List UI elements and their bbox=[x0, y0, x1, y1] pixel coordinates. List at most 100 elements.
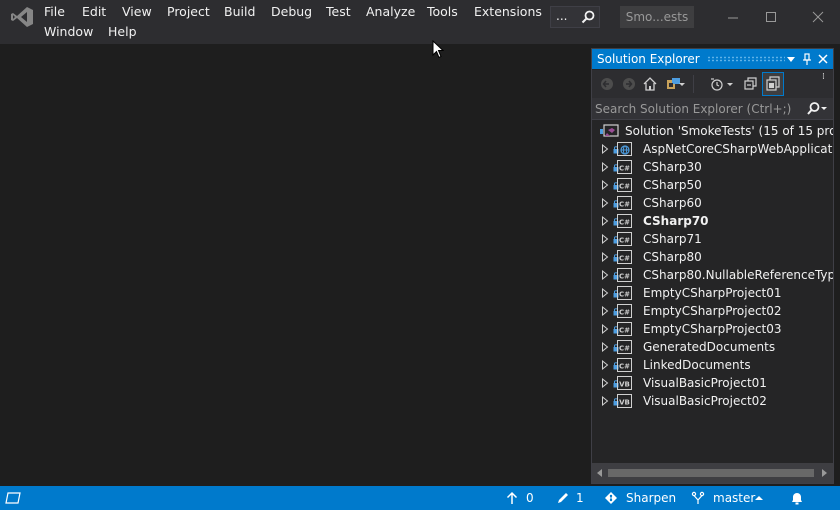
menu-file[interactable]: File bbox=[44, 3, 65, 21]
git-repo-icon bbox=[605, 492, 617, 504]
svg-text:VB: VB bbox=[619, 381, 630, 389]
project-label: CSharp80.NullableReferenceTypes bbox=[643, 268, 833, 282]
menu-project[interactable]: Project bbox=[167, 3, 210, 21]
expand-arrow-icon[interactable] bbox=[601, 396, 609, 406]
expand-arrow-icon[interactable] bbox=[601, 180, 609, 190]
forward-icon[interactable] bbox=[621, 76, 637, 92]
project-node[interactable]: C# GeneratedDocuments bbox=[592, 338, 833, 356]
maximize-icon[interactable] bbox=[764, 10, 778, 24]
solution-explorer-search[interactable] bbox=[592, 98, 833, 120]
project-node[interactable]: VB VisualBasicProject01 bbox=[592, 374, 833, 392]
project-node[interactable]: C# EmptyCSharpProject03 bbox=[592, 320, 833, 338]
project-node[interactable]: C# LinkedDocuments bbox=[592, 356, 833, 374]
expand-arrow-icon[interactable] bbox=[601, 342, 609, 352]
svg-text:C#: C# bbox=[619, 237, 630, 245]
project-node[interactable]: C# CSharp50 bbox=[592, 176, 833, 194]
expand-arrow-icon[interactable] bbox=[601, 144, 609, 154]
menu-tools[interactable]: Tools bbox=[427, 3, 458, 21]
editor-area[interactable] bbox=[0, 44, 590, 486]
chevron-down-icon[interactable] bbox=[726, 76, 734, 92]
solution-tree: Solution 'SmokeTests' (15 of 15 projects… bbox=[592, 122, 833, 462]
collapse-all-icon[interactable] bbox=[743, 76, 759, 92]
project-label: CSharp30 bbox=[643, 160, 702, 174]
overflow-icon[interactable]: ⁞ bbox=[822, 73, 825, 82]
project-node[interactable]: C# EmptyCSharpProject01 bbox=[592, 284, 833, 302]
project-label: LinkedDocuments bbox=[643, 358, 751, 372]
csharp-project-icon: C# bbox=[617, 304, 632, 318]
chevron-down-icon[interactable] bbox=[678, 76, 686, 92]
menu-test[interactable]: Test bbox=[326, 3, 351, 21]
expand-arrow-icon[interactable] bbox=[601, 216, 609, 226]
repository-selector[interactable]: Sharpen bbox=[604, 486, 677, 510]
repository-name: Sharpen bbox=[626, 491, 677, 505]
menu-edit[interactable]: Edit bbox=[82, 3, 106, 21]
show-all-files-button[interactable] bbox=[762, 72, 784, 96]
back-icon[interactable] bbox=[599, 76, 615, 92]
csharp-project-icon: C# bbox=[617, 268, 632, 282]
project-label: CSharp70 bbox=[643, 214, 709, 228]
solution-search-input[interactable] bbox=[595, 100, 800, 118]
project-node[interactable]: C# CSharp80.NullableReferenceTypes bbox=[592, 266, 833, 284]
svg-text:C#: C# bbox=[619, 345, 630, 353]
pin-icon[interactable] bbox=[801, 52, 813, 66]
expand-arrow-icon[interactable] bbox=[601, 162, 609, 172]
solution-label: Solution 'SmokeTests' (15 of 15 projects… bbox=[625, 124, 833, 138]
csharp-project-icon: C# bbox=[617, 232, 632, 246]
solution-node[interactable]: Solution 'SmokeTests' (15 of 15 projects… bbox=[592, 122, 833, 140]
pending-changes[interactable]: 1 bbox=[556, 486, 586, 510]
expand-arrow-icon[interactable] bbox=[601, 324, 609, 334]
close-icon[interactable] bbox=[817, 52, 829, 66]
search-icon[interactable] bbox=[805, 101, 829, 117]
project-node[interactable]: C# CSharp80 bbox=[592, 248, 833, 266]
visual-studio-logo-icon[interactable] bbox=[10, 6, 34, 28]
project-node[interactable]: C# CSharp71 bbox=[592, 230, 833, 248]
minimize-icon[interactable] bbox=[726, 10, 740, 24]
home-icon[interactable] bbox=[642, 76, 658, 92]
expand-arrow-icon[interactable] bbox=[601, 270, 609, 280]
expand-arrow-icon[interactable] bbox=[601, 234, 609, 244]
expand-arrow-icon[interactable] bbox=[601, 252, 609, 262]
expand-arrow-icon[interactable] bbox=[601, 306, 609, 316]
solution-explorer-header[interactable]: Solution Explorer bbox=[592, 49, 833, 69]
search-icon[interactable] bbox=[581, 10, 595, 24]
menu-extensions[interactable]: Extensions bbox=[474, 3, 542, 21]
branch-selector[interactable]: master bbox=[691, 486, 766, 510]
notifications[interactable] bbox=[790, 486, 806, 510]
project-label: CSharp60 bbox=[643, 196, 702, 210]
status-bar: 0 1 Sharpen master bbox=[0, 486, 840, 510]
search-input[interactable]: ... bbox=[556, 9, 567, 23]
expand-arrow-icon[interactable] bbox=[601, 198, 609, 208]
svg-text:VB: VB bbox=[619, 399, 630, 407]
chevron-down-icon[interactable] bbox=[785, 52, 797, 66]
project-node[interactable]: C# CSharp60 bbox=[592, 194, 833, 212]
expand-arrow-icon[interactable] bbox=[601, 378, 609, 388]
menu-window[interactable]: Window bbox=[44, 23, 93, 41]
project-label: EmptyCSharpProject02 bbox=[643, 304, 782, 318]
project-label: AspNetCoreCSharpWebApplication bbox=[643, 142, 833, 156]
close-icon[interactable] bbox=[811, 10, 825, 24]
pending-changes-filter-icon[interactable] bbox=[710, 76, 726, 92]
project-node[interactable]: C# EmptyCSharpProject02 bbox=[592, 302, 833, 320]
expand-arrow-icon[interactable] bbox=[601, 288, 609, 298]
horizontal-scrollbar[interactable] bbox=[592, 463, 833, 483]
scroll-left-icon[interactable] bbox=[596, 468, 604, 478]
show-all-files-icon bbox=[766, 76, 780, 91]
expand-arrow-icon[interactable] bbox=[601, 360, 609, 370]
project-node[interactable]: VB VisualBasicProject02 bbox=[592, 392, 833, 410]
project-node[interactable]: C# CSharp70 bbox=[592, 212, 833, 230]
project-node[interactable]: AspNetCoreCSharpWebApplication bbox=[592, 140, 833, 158]
menu-debug[interactable]: Debug bbox=[271, 3, 312, 21]
csharp-project-icon: C# bbox=[617, 160, 632, 174]
drag-grip[interactable] bbox=[707, 56, 785, 62]
menu-view[interactable]: View bbox=[122, 3, 152, 21]
menu-analyze[interactable]: Analyze bbox=[366, 3, 415, 21]
unpushed-commits[interactable]: 0 bbox=[506, 486, 536, 510]
project-node[interactable]: C# CSharp30 bbox=[592, 158, 833, 176]
menu-build[interactable]: Build bbox=[224, 3, 255, 21]
quick-launch-search[interactable]: ... bbox=[550, 6, 600, 28]
svg-text:C#: C# bbox=[619, 219, 630, 227]
scrollbar-thumb[interactable] bbox=[608, 469, 814, 477]
scroll-right-icon[interactable] bbox=[820, 468, 828, 478]
ready-indicator[interactable] bbox=[5, 486, 25, 510]
menu-help[interactable]: Help bbox=[108, 23, 137, 41]
